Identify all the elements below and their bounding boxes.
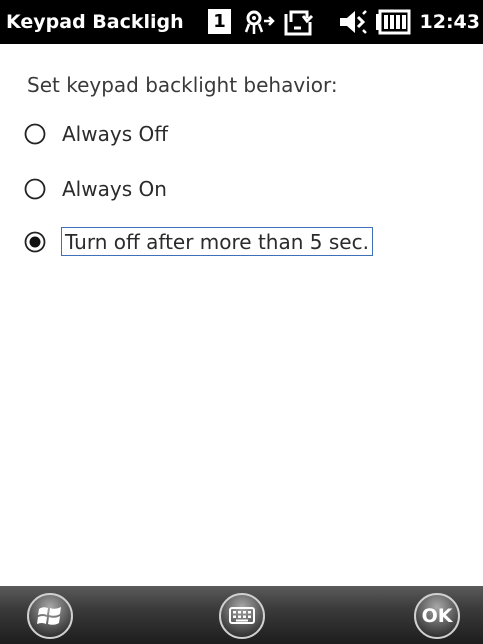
windows-start-icon[interactable] bbox=[26, 592, 74, 640]
screen: Keypad Backligh 1 12:43 Set keypad backl… bbox=[0, 0, 483, 644]
sync-icon[interactable] bbox=[283, 8, 317, 36]
option-label: Always Off bbox=[62, 122, 168, 146]
volume-muted-icon[interactable] bbox=[338, 8, 368, 36]
option-always-off[interactable]: Always Off bbox=[24, 118, 204, 150]
ok-button[interactable]: OK bbox=[413, 592, 461, 640]
option-label: Turn off after more than 5 sec. bbox=[61, 227, 373, 256]
option-turn-off-after-5-sec[interactable]: Turn off after more than 5 sec. bbox=[24, 226, 424, 258]
title-bar: Keypad Backligh 1 12:43 bbox=[0, 0, 483, 44]
radio-selected-icon[interactable] bbox=[24, 231, 46, 253]
option-always-on[interactable]: Always On bbox=[24, 173, 204, 205]
keyboard-icon[interactable] bbox=[218, 592, 266, 640]
option-label: Always On bbox=[62, 177, 167, 201]
radio-unselected-icon[interactable] bbox=[24, 178, 46, 200]
ok-label: OK bbox=[421, 605, 453, 627]
clock[interactable]: 12:43 bbox=[416, 9, 480, 35]
notification-badge[interactable]: 1 bbox=[208, 9, 231, 34]
app-title: Keypad Backligh bbox=[6, 11, 184, 33]
connectivity-icon[interactable] bbox=[242, 8, 276, 36]
prompt-label: Set keypad backlight behavior: bbox=[27, 73, 338, 97]
radio-unselected-icon[interactable] bbox=[24, 123, 46, 145]
battery-icon[interactable] bbox=[375, 8, 411, 36]
bottom-bar: OK bbox=[0, 586, 483, 644]
